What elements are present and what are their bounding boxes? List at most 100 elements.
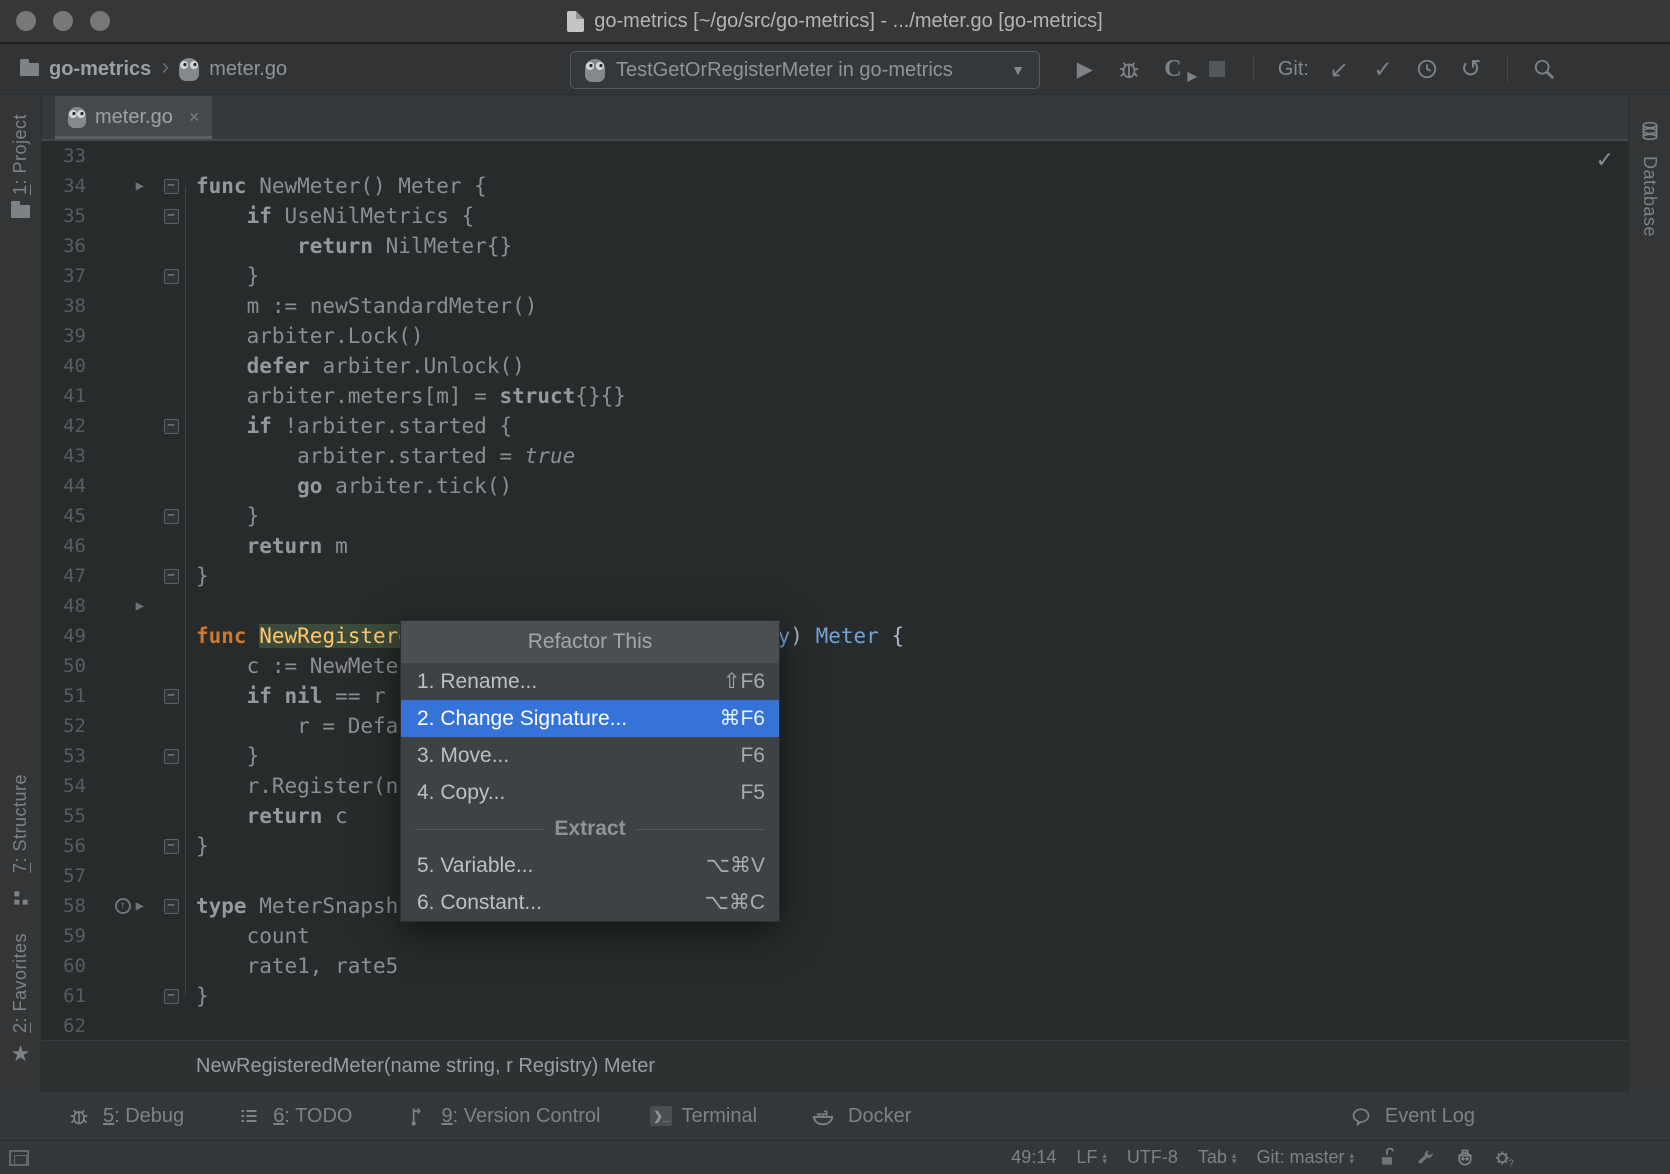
menu-item-copy[interactable]: 4. Copy...F5 <box>401 774 779 811</box>
code-text: return c <box>196 801 348 831</box>
code-text: if UseNilMetrics { <box>196 201 474 231</box>
gutter-marks <box>86 771 146 801</box>
fold-marker[interactable]: − <box>164 749 179 764</box>
tool-window-switcher-icon[interactable] <box>9 1150 29 1166</box>
git-update-icon[interactable]: ↙ <box>1323 53 1355 85</box>
status-49[interactable]: 49:14 <box>1011 1147 1056 1168</box>
hector-icon[interactable] <box>1452 1145 1478 1171</box>
code-line: 58↑▶−type MeterSnapsh <box>42 891 1628 921</box>
gear-help-icon[interactable]: ? <box>1491 1145 1517 1171</box>
popup-section-extract: Extract <box>401 811 779 847</box>
menu-item-constant[interactable]: 6. Constant...⌥⌘C <box>401 884 779 921</box>
close-tab-icon[interactable]: × <box>189 107 200 128</box>
line-number: 51 <box>42 681 86 711</box>
close-window-button[interactable] <box>16 11 36 31</box>
revert-icon[interactable]: ↺ <box>1455 53 1487 85</box>
stripe-button-structure[interactable]: 7: Structure <box>6 774 36 913</box>
stripe-label: 1: Project <box>10 114 31 195</box>
context-signature: NewRegisteredMeter(name string, r Regist… <box>196 1055 655 1078</box>
line-number: 47 <box>42 561 86 591</box>
breadcrumb-file[interactable]: meter.go <box>209 58 287 81</box>
toolwindow-button-terminal[interactable]: ❯_Terminal <box>650 1105 757 1128</box>
run-gutter-icon[interactable]: ▶ <box>136 171 144 201</box>
stripe-button-favorites[interactable]: 2: Favorites★ <box>10 933 31 1065</box>
fold-marker[interactable]: − <box>164 269 179 284</box>
status-tab[interactable]: Tab▴▾ <box>1198 1147 1237 1168</box>
toolwindow-button-docker[interactable]: Docker <box>807 1100 911 1132</box>
star-icon: ★ <box>11 1043 31 1065</box>
gutter-marks <box>86 951 146 981</box>
stripe-button-database[interactable]: Database <box>1635 116 1665 237</box>
stripe-button-project[interactable]: 1: Project <box>10 114 31 218</box>
fold-marker[interactable]: − <box>164 419 179 434</box>
line-number: 42 <box>42 411 86 441</box>
run-gutter-icon[interactable]: ▶ <box>136 591 144 621</box>
fold-guide-line <box>185 186 186 996</box>
gutter-marks <box>86 561 146 591</box>
toolwindow-label: 5: Debug <box>103 1105 184 1128</box>
gutter-marks <box>86 861 146 891</box>
main-area: 1: Project 7: Structure 2: Favorites★ mete… <box>0 96 1670 1092</box>
fold-marker[interactable]: − <box>164 899 179 914</box>
run-configuration-select[interactable]: TestGetOrRegisterMeter in go-metrics ▼ <box>570 51 1040 89</box>
minimize-window-button[interactable] <box>53 11 73 31</box>
navigation-bar: go-metrics › meter.go TestGetOrRegisterM… <box>0 44 1670 95</box>
zoom-window-button[interactable] <box>90 11 110 31</box>
gopher-run-icon <box>585 59 605 82</box>
code-line: 44 go arbiter.tick() <box>42 471 1628 501</box>
fold-marker[interactable]: − <box>164 569 179 584</box>
fold-column <box>146 591 196 621</box>
shortcut-label: ⌥⌘V <box>706 853 765 878</box>
run-gutter-icon[interactable]: ▶ <box>136 891 144 921</box>
status-git[interactable]: Git: master▴▾ <box>1256 1147 1354 1168</box>
fold-column <box>146 351 196 381</box>
code-text: } <box>196 741 259 771</box>
status-lf[interactable]: LF▴▾ <box>1076 1147 1107 1168</box>
gutter-marks <box>86 291 146 321</box>
event-log-button[interactable]: Event Log <box>1346 1101 1475 1131</box>
menu-item-variable[interactable]: 5. Variable...⌥⌘V <box>401 847 779 884</box>
gutter-marks <box>86 441 146 471</box>
search-icon[interactable] <box>1528 53 1560 85</box>
unlock-icon[interactable] <box>1374 1145 1400 1171</box>
toolwindow-button-debug[interactable]: 5: Debug <box>64 1101 184 1131</box>
code-text: arbiter.Lock() <box>196 321 424 351</box>
line-number: 57 <box>42 861 86 891</box>
fold-marker[interactable]: − <box>164 509 179 524</box>
fold-marker[interactable]: − <box>164 179 179 194</box>
event-log-bubble-icon <box>1346 1101 1376 1131</box>
code-line: 48▶ <box>42 591 1628 621</box>
toolwindow-button-todo[interactable]: 6: TODO <box>234 1101 352 1131</box>
code-text: rate1, rate5 <box>196 951 398 981</box>
fold-column <box>146 921 196 951</box>
breadcrumb-project[interactable]: go-metrics <box>49 58 151 81</box>
fold-column: − <box>146 501 196 531</box>
coverage-icon[interactable]: C <box>1157 53 1189 85</box>
override-gutter-icon[interactable]: ↑ <box>115 898 131 914</box>
fold-marker[interactable]: − <box>164 209 179 224</box>
git-commit-icon[interactable]: ✓ <box>1367 53 1399 85</box>
menu-item-move[interactable]: 3. Move...F6 <box>401 737 779 774</box>
debug-icon[interactable] <box>1113 53 1145 85</box>
status-utf-8[interactable]: UTF-8 <box>1127 1147 1178 1168</box>
run-play-icon[interactable]: ▶ <box>1069 53 1101 85</box>
inspection-status-icon[interactable]: ✓ <box>1596 147 1614 173</box>
gutter-marks <box>86 1011 146 1040</box>
code-editor[interactable]: 3334▶−func NewMeter() Meter {35− if UseN… <box>42 141 1628 1040</box>
tab-meter-go[interactable]: meter.go × <box>55 96 212 139</box>
stop-icon[interactable] <box>1201 53 1233 85</box>
fold-marker[interactable]: − <box>164 989 179 1004</box>
fold-column: − <box>146 261 196 291</box>
fold-column <box>146 801 196 831</box>
code-line: 37− } <box>42 261 1628 291</box>
code-text: count <box>196 921 310 951</box>
fold-column <box>146 531 196 561</box>
history-clock-icon[interactable] <box>1411 53 1443 85</box>
menu-item-change-signature[interactable]: 2. Change Signature...⌘F6 <box>401 700 779 737</box>
wrench-icon[interactable] <box>1413 1145 1439 1171</box>
fold-marker[interactable]: − <box>164 689 179 704</box>
toolwindow-button-control[interactable]: 9: Version Control <box>402 1101 600 1131</box>
menu-item-rename[interactable]: 1. Rename...⇧F6 <box>401 663 779 700</box>
code-line: 59 count <box>42 921 1628 951</box>
fold-marker[interactable]: − <box>164 839 179 854</box>
